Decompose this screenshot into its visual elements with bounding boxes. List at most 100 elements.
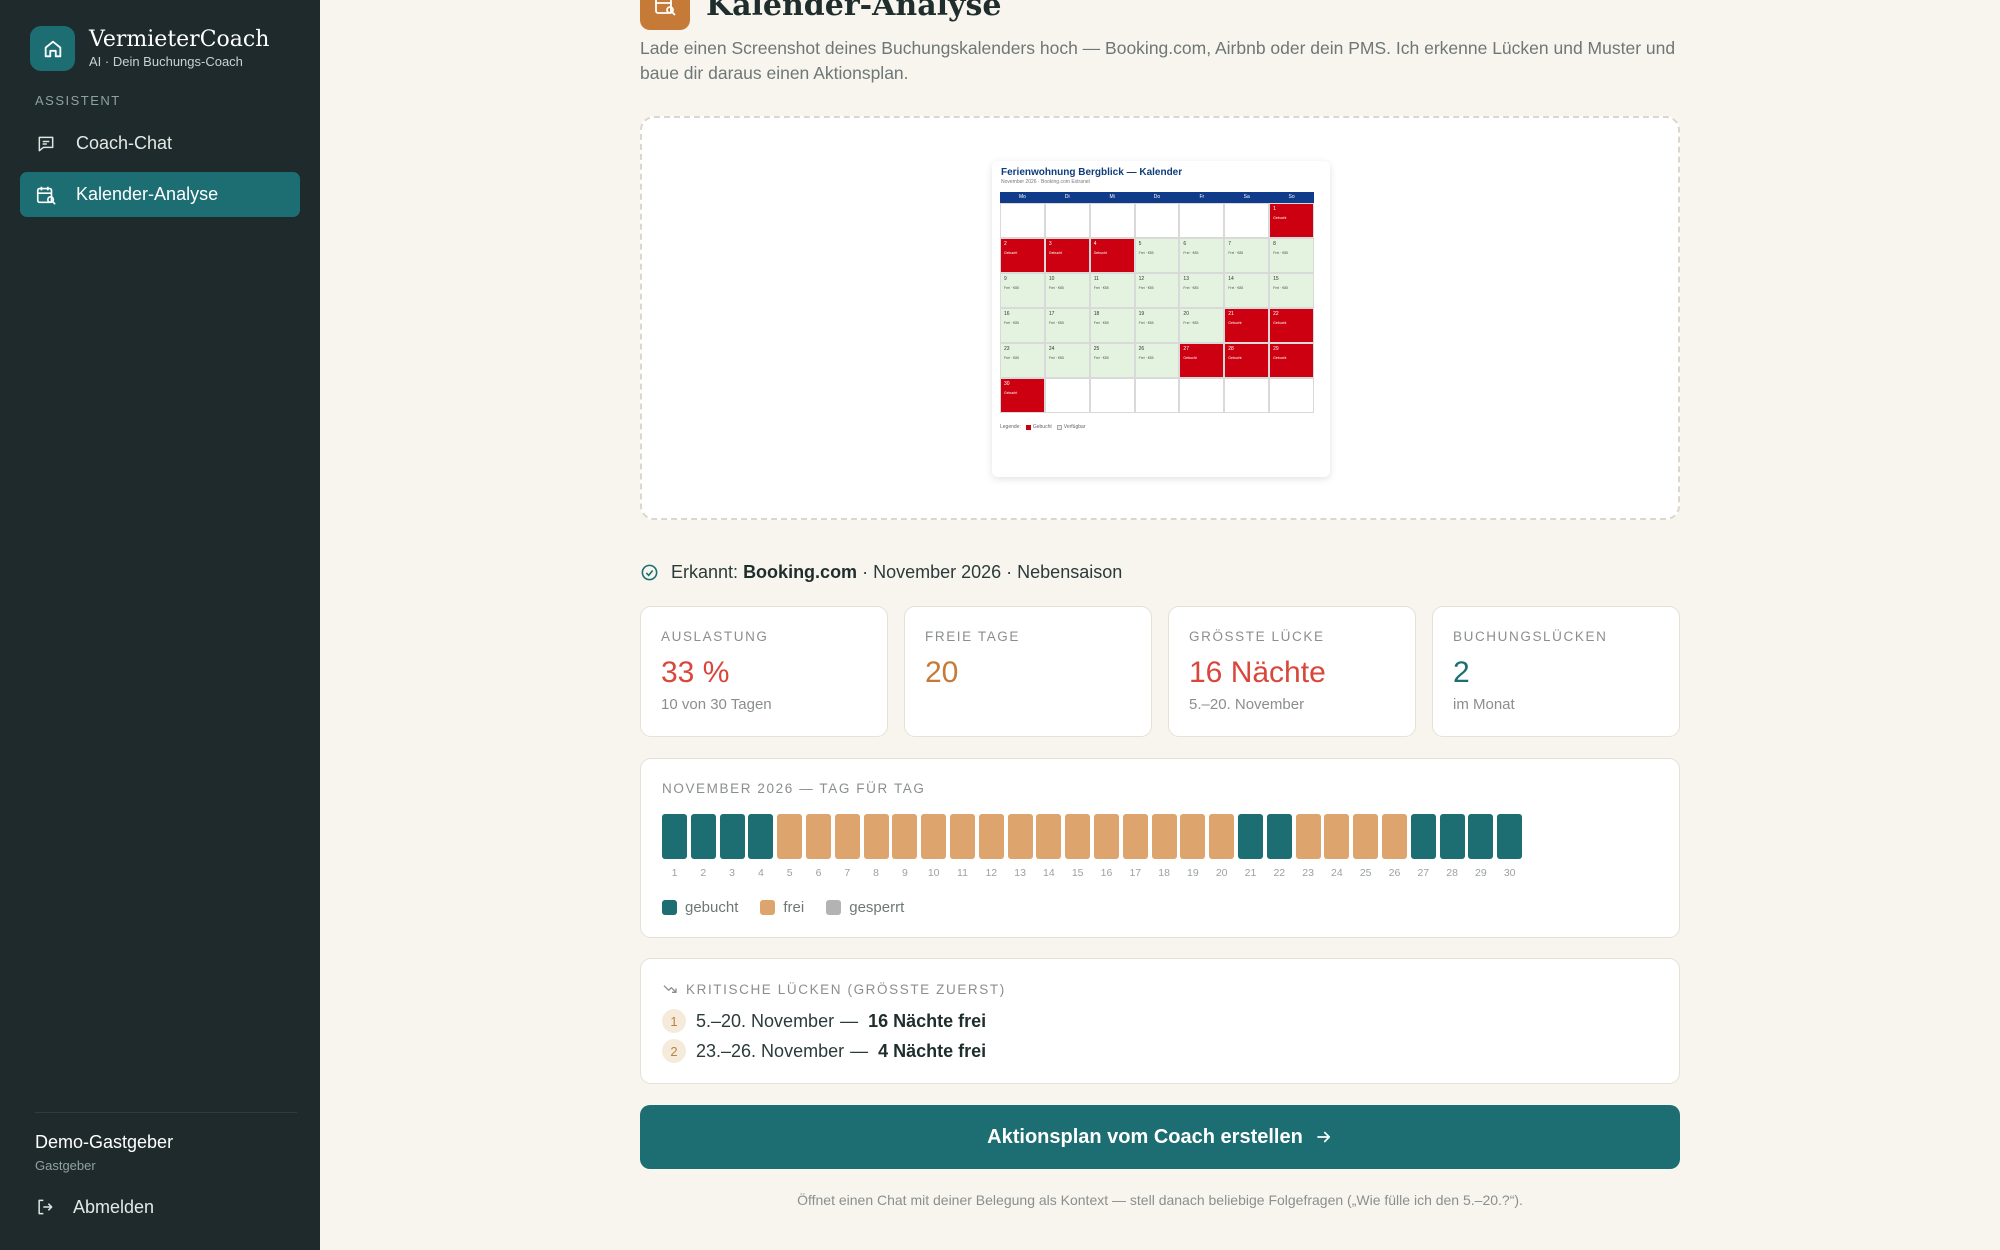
timeline-day[interactable]: 15 [1065, 814, 1091, 879]
preview-calendar-cell: 11 Frei · €85 [1089, 273, 1135, 308]
day-number: 2 [700, 867, 707, 879]
day-bar-booked [1468, 814, 1494, 859]
stat-label: BUCHUNGSLÜCKEN [1453, 629, 1608, 644]
timeline-day[interactable]: 26 [1382, 814, 1407, 879]
day-number: 23 [1302, 867, 1314, 879]
timeline-day[interactable]: 5 [777, 814, 803, 879]
day-number: 14 [1043, 867, 1055, 879]
day-number: 4 [757, 867, 764, 879]
sidebar-section-label: ASSISTENT [35, 93, 121, 108]
preview-calendar-cell: 1 Gebucht [1269, 203, 1314, 238]
logout-button[interactable]: Abmelden [35, 1196, 154, 1218]
timeline-day[interactable]: 17 [1122, 814, 1148, 879]
legend-item-booked: gebucht [662, 899, 738, 916]
preview-day-status: Gebucht [1183, 356, 1197, 360]
preview-legend-label: Legende: [1000, 424, 1021, 430]
preview-day-number: 10 [1048, 276, 1055, 282]
timeline-day[interactable]: 16 [1094, 814, 1119, 879]
timeline-day[interactable]: 30 [1497, 814, 1523, 879]
timeline-day[interactable]: 23 [1295, 814, 1321, 879]
day-bar-free [921, 814, 947, 859]
brand[interactable]: VermieterCoach AI · Dein Buchungs-Coach [30, 26, 269, 71]
gap-rank-badge: 2 [662, 1039, 686, 1063]
preview-day-number: 15 [1273, 276, 1279, 282]
day-bar-booked [1439, 814, 1465, 859]
preview-day-number: 28 [1228, 346, 1234, 352]
preview-calendar-cell: 22 Gebucht [1269, 308, 1314, 343]
gap-item: 1 5.–20. November — 16 Nächte frei [662, 1009, 986, 1033]
day-number: 7 [844, 867, 851, 879]
upload-dropzone[interactable]: Ferienwohnung Bergblick — Kalender Novem… [640, 116, 1680, 520]
preview-calendar-cell: 21 Gebucht [1224, 308, 1270, 343]
timeline-day[interactable]: 12 [978, 814, 1004, 879]
stat-sub: 10 von 30 Tagen [661, 696, 772, 713]
preview-day-number: 29 [1273, 346, 1279, 352]
timeline-day[interactable]: 13 [1007, 814, 1033, 879]
preview-calendar-cell [1224, 378, 1270, 413]
preview-day-status: Frei · €85 [1004, 286, 1019, 290]
day-bar-booked [1238, 814, 1263, 859]
timeline-day[interactable]: 28 [1439, 814, 1465, 879]
preview-calendar-cell [1179, 378, 1225, 413]
day-number: 11 [957, 867, 968, 879]
preview-legend: Legende: Gebucht Verfügbar [1000, 424, 1085, 430]
gap-range: 5.–20. November [696, 1010, 835, 1031]
gap-nights: 16 Nächte frei [868, 1010, 987, 1031]
home-icon [30, 26, 75, 71]
timeline-day[interactable]: 3 [719, 814, 745, 879]
timeline-day[interactable]: 21 [1238, 814, 1263, 879]
timeline-day[interactable]: 8 [863, 814, 889, 879]
sidebar-item-coach-chat[interactable]: Coach-Chat [20, 121, 300, 166]
timeline-day[interactable]: 20 [1209, 814, 1235, 879]
day-bar-free [1151, 814, 1177, 859]
preview-day-number: 13 [1183, 276, 1189, 282]
timeline-day[interactable]: 1 [662, 814, 687, 879]
timeline-day[interactable]: 7 [834, 814, 860, 879]
detection-details: · November 2026 · Nebensaison [862, 562, 1123, 582]
preview-day-number: 12 [1138, 276, 1145, 282]
preview-day-status: Gebucht [1228, 321, 1242, 325]
timeline-day[interactable]: 10 [921, 814, 947, 879]
legend-swatch-blocked [826, 900, 842, 915]
day-bar-free [1295, 814, 1321, 859]
preview-day-status: Gebucht [1273, 216, 1287, 220]
preview-day-number: 14 [1228, 276, 1234, 282]
day-number: 12 [985, 867, 998, 879]
timeline-day[interactable]: 4 [748, 814, 774, 879]
preview-calendar-cell [1044, 203, 1090, 238]
timeline-day[interactable]: 9 [892, 814, 918, 879]
preview-calendar-cell [1224, 203, 1270, 238]
preview-calendar-cell: 19 Frei · €85 [1134, 308, 1180, 343]
timeline-day[interactable]: 24 [1324, 814, 1350, 879]
preview-calendar-cell: 10 Frei · €85 [1044, 273, 1090, 308]
preview-day-status: Frei · €85 [1048, 356, 1064, 360]
preview-legend-free: Verfügbar [1063, 424, 1086, 430]
calendar-search-icon [34, 183, 58, 207]
preview-day-number: 7 [1228, 241, 1232, 247]
timeline-day[interactable]: 29 [1468, 814, 1494, 879]
preview-weekday: Di [1064, 194, 1070, 200]
day-bar-free [1007, 814, 1033, 859]
preview-calendar-cell: 3 Gebucht [1044, 238, 1090, 273]
timeline-day[interactable]: 14 [1036, 814, 1062, 879]
sidebar-item-kalender-analyse[interactable]: Kalender-Analyse [20, 172, 300, 217]
cta-label: Aktionsplan vom Coach erstellen [987, 1125, 1303, 1148]
calendar-search-icon [640, 0, 690, 30]
legend-label-blocked: gesperrt [849, 899, 905, 916]
preview-day-number: 11 [1093, 276, 1099, 282]
timeline-title: NOVEMBER 2026 — TAG FÜR TAG [662, 781, 926, 796]
day-bar-free [1180, 814, 1206, 859]
preview-calendar-cell: 20 Frei · €85 [1179, 308, 1225, 343]
stat-sub: im Monat [1453, 696, 1515, 713]
day-number: 21 [1244, 867, 1257, 879]
timeline-day[interactable]: 25 [1353, 814, 1379, 879]
timeline-day[interactable]: 6 [806, 814, 831, 879]
timeline-day[interactable]: 2 [690, 814, 716, 879]
preview-calendar-cell: 4 Gebucht [1089, 238, 1135, 273]
timeline-day[interactable]: 18 [1151, 814, 1177, 879]
timeline-day[interactable]: 27 [1410, 814, 1436, 879]
timeline-day[interactable]: 11 [950, 814, 975, 879]
timeline-day[interactable]: 19 [1180, 814, 1206, 879]
timeline-day[interactable]: 22 [1266, 814, 1292, 879]
create-action-plan-button[interactable]: Aktionsplan vom Coach erstellen [640, 1105, 1680, 1169]
